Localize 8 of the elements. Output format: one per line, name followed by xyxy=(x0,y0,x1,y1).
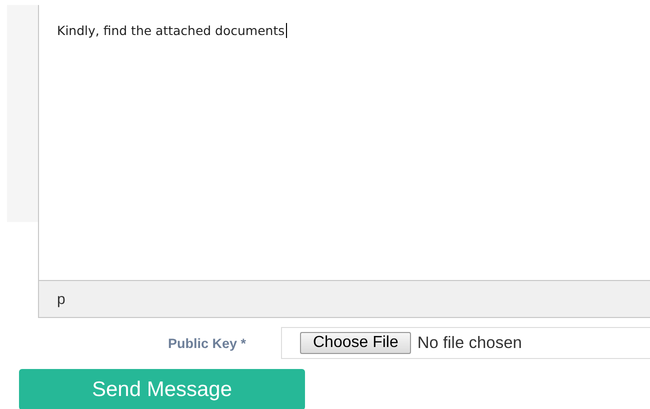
message-text: Kindly, find the attached documents xyxy=(57,23,285,38)
choose-file-button[interactable]: Choose File xyxy=(300,332,412,354)
file-input-field[interactable]: Choose File No file chosen xyxy=(281,327,650,359)
file-status-text: No file chosen xyxy=(417,334,522,352)
message-text-area[interactable]: Kindly, find the attached documents xyxy=(39,5,650,280)
element-path: p xyxy=(57,290,66,308)
text-cursor xyxy=(286,23,287,38)
field-label: Public Key * xyxy=(166,336,247,350)
